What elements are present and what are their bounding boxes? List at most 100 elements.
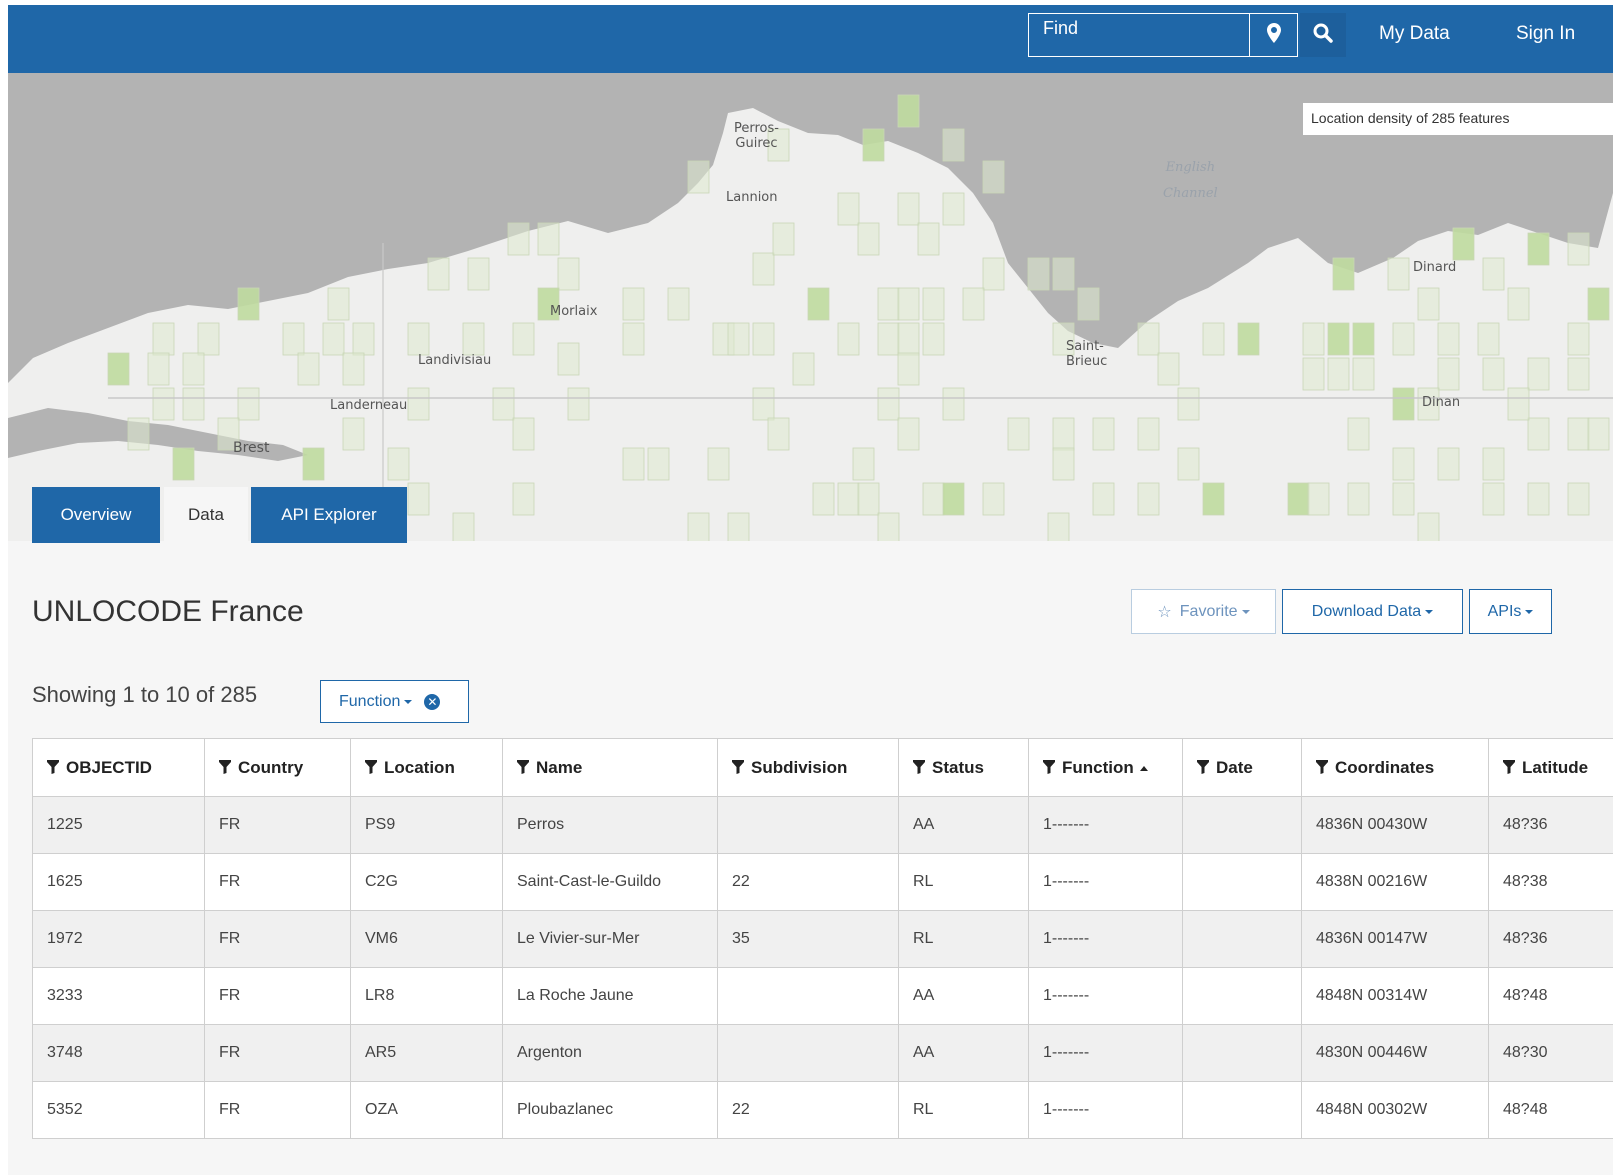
density-cell[interactable]: [1527, 232, 1550, 266]
density-cell[interactable]: [1092, 417, 1115, 451]
find-input[interactable]: [1028, 13, 1250, 57]
density-cell[interactable]: [1052, 447, 1075, 481]
density-cell[interactable]: [622, 287, 645, 321]
table-row[interactable]: 3748 FR AR5 Argenton AA 1------- 4830N 00446W 4…: [32, 1024, 1613, 1082]
density-cell[interactable]: [1437, 322, 1460, 356]
density-cell[interactable]: [127, 417, 150, 451]
density-cell[interactable]: [982, 160, 1005, 194]
density-cell[interactable]: [352, 322, 375, 356]
density-cell[interactable]: [1307, 482, 1330, 516]
density-cell[interactable]: [512, 417, 535, 451]
column-header-location[interactable]: Location: [350, 738, 503, 797]
density-cell[interactable]: [897, 417, 920, 451]
density-cell[interactable]: [1347, 482, 1370, 516]
density-cell[interactable]: [1417, 287, 1440, 321]
table-row[interactable]: 5352 FR OZA Ploubazlanec 22 RL 1------- 4848N 0…: [32, 1081, 1613, 1139]
density-cell[interactable]: [327, 287, 350, 321]
density-cell[interactable]: [1437, 357, 1460, 391]
density-cell[interactable]: [1092, 482, 1115, 516]
density-cell[interactable]: [537, 222, 560, 256]
density-cell[interactable]: [767, 417, 790, 451]
density-cell[interactable]: [812, 482, 835, 516]
density-cell[interactable]: [322, 322, 345, 356]
my-data-link[interactable]: My Data: [1379, 23, 1450, 45]
density-cell[interactable]: [1392, 322, 1415, 356]
density-cell[interactable]: [342, 352, 365, 386]
density-cell[interactable]: [917, 222, 940, 256]
filter-funnel-icon[interactable]: [365, 758, 384, 777]
density-cell[interactable]: [1007, 417, 1030, 451]
density-cell[interactable]: [877, 287, 900, 321]
density-cell[interactable]: [687, 160, 710, 194]
table-row[interactable]: 3233 FR LR8 La Roche Jaune AA 1------- 4848N 0…: [32, 967, 1613, 1025]
close-circle-icon[interactable]: ✕: [424, 693, 441, 710]
tab-api-explorer[interactable]: API Explorer: [251, 487, 407, 543]
download-data-button[interactable]: Download Data: [1282, 589, 1463, 634]
density-cell[interactable]: [1327, 357, 1350, 391]
function-filter-pill[interactable]: Function ✕: [320, 680, 469, 723]
density-cell[interactable]: [557, 257, 580, 291]
column-header-latitude[interactable]: Latitude: [1488, 738, 1613, 797]
density-cell[interactable]: [407, 482, 430, 516]
column-header-name[interactable]: Name: [502, 738, 718, 797]
density-cell[interactable]: [792, 352, 815, 386]
density-cell[interactable]: [1567, 232, 1590, 266]
density-cell[interactable]: [1527, 417, 1550, 451]
density-cell[interactable]: [1177, 447, 1200, 481]
density-cell[interactable]: [922, 322, 945, 356]
density-cell[interactable]: [852, 447, 875, 481]
density-cell[interactable]: [752, 387, 775, 421]
density-cell[interactable]: [1137, 322, 1160, 356]
density-cell[interactable]: [897, 322, 920, 356]
density-cell[interactable]: [1347, 417, 1370, 451]
density-cell[interactable]: [407, 387, 430, 421]
density-cell[interactable]: [462, 322, 485, 356]
density-cell[interactable]: [857, 482, 880, 516]
density-cell[interactable]: [922, 287, 945, 321]
density-cell[interactable]: [1137, 417, 1160, 451]
table-row[interactable]: 1225 FR PS9 Perros AA 1------- 4836N 00430W 48?…: [32, 796, 1613, 854]
filter-funnel-icon[interactable]: [1043, 758, 1062, 777]
density-cell[interactable]: [512, 322, 535, 356]
map-view[interactable]: Perros- Guirec Lannion Morlaix Landivisi…: [8, 73, 1613, 541]
density-cell[interactable]: [687, 512, 710, 541]
density-cell[interactable]: [962, 287, 985, 321]
density-cell[interactable]: [1452, 227, 1475, 261]
filter-funnel-icon[interactable]: [47, 758, 66, 777]
filter-funnel-icon[interactable]: [1316, 758, 1335, 777]
density-cell[interactable]: [622, 447, 645, 481]
density-cell[interactable]: [1052, 257, 1075, 291]
density-cell[interactable]: [342, 417, 365, 451]
density-cell[interactable]: [1567, 417, 1590, 451]
density-cell[interactable]: [837, 482, 860, 516]
density-cell[interactable]: [877, 322, 900, 356]
density-cell[interactable]: [982, 257, 1005, 291]
density-cell[interactable]: [427, 257, 450, 291]
density-cell[interactable]: [1352, 357, 1375, 391]
density-cell[interactable]: [557, 342, 580, 376]
density-cell[interactable]: [302, 447, 325, 481]
density-cell[interactable]: [752, 322, 775, 356]
density-cell[interactable]: [897, 192, 920, 226]
density-cell[interactable]: [1077, 287, 1100, 321]
density-cell[interactable]: [147, 352, 170, 386]
density-cell[interactable]: [1567, 482, 1590, 516]
density-cell[interactable]: [1482, 447, 1505, 481]
density-cell[interactable]: [1392, 387, 1415, 421]
column-header-status[interactable]: Status: [898, 738, 1029, 797]
density-cell[interactable]: [297, 352, 320, 386]
density-cell[interactable]: [197, 322, 220, 356]
search-button[interactable]: [1300, 13, 1346, 57]
density-cell[interactable]: [1567, 357, 1590, 391]
density-cell[interactable]: [942, 128, 965, 162]
density-cell[interactable]: [1527, 482, 1550, 516]
favorite-button[interactable]: ☆ Favorite: [1131, 589, 1276, 634]
density-cell[interactable]: [897, 352, 920, 386]
table-row[interactable]: 1625 FR C2G Saint-Cast-le-Guildo 22 RL 1------…: [32, 853, 1613, 911]
density-cell[interactable]: [772, 222, 795, 256]
density-cell[interactable]: [1587, 417, 1610, 451]
filter-funnel-icon[interactable]: [1197, 758, 1216, 777]
density-cell[interactable]: [1047, 512, 1070, 541]
density-cell[interactable]: [1157, 352, 1180, 386]
density-cell[interactable]: [467, 257, 490, 291]
